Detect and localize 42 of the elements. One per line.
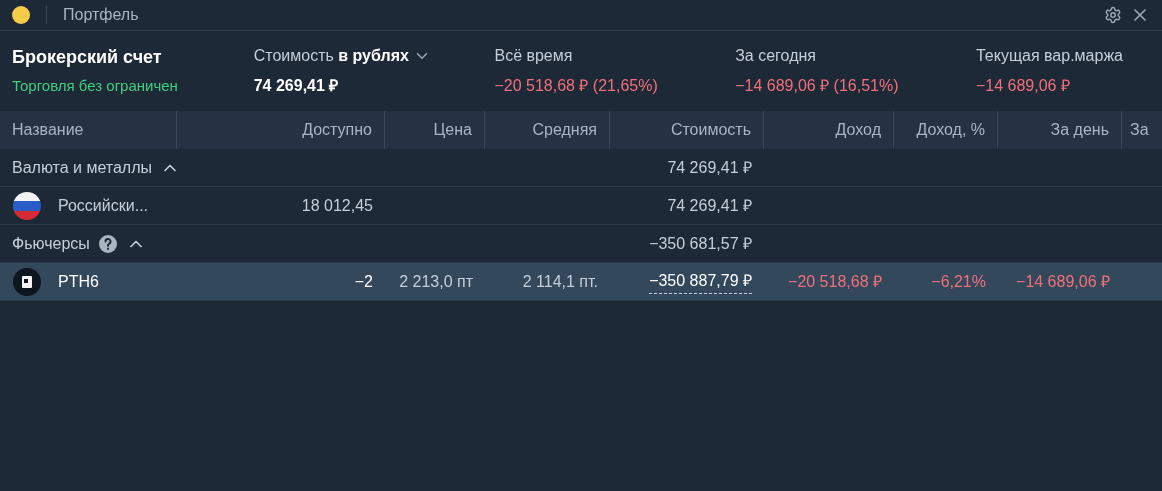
table-row[interactable]: Российски... 18 012,45 74 269,41 ₽ xyxy=(0,187,1162,225)
table-cell-text: −20 518,68 ₽ xyxy=(788,271,882,292)
table-cell-text: 74 269,41 ₽ xyxy=(667,157,752,178)
table-row[interactable]: PTH6 −2 2 213,0 пт 2 114,1 пт. −350 887,79 ₽ −20 518,68 ₽ −6,21% −14 689,06 ₽ xyxy=(0,263,1162,301)
table-cell-text: −14 689,06 ₽ xyxy=(1016,271,1110,292)
group-name: Валюта и металлы xyxy=(12,157,152,178)
table-cell-text: 74 269,41 ₽ xyxy=(667,195,752,216)
document-icon xyxy=(12,266,42,297)
column-header[interactable]: Доход, % xyxy=(916,118,985,142)
help-icon[interactable] xyxy=(97,233,118,254)
table-cell: −350 887,79 ₽ xyxy=(649,269,752,294)
summary-label: Всё время xyxy=(494,46,573,66)
table-row[interactable]: Валюта и металлы 74 269,41 ₽ xyxy=(0,149,1162,187)
column-header[interactable]: За xyxy=(1130,118,1149,142)
column-header[interactable]: Название xyxy=(12,118,84,142)
summary-value: −14 689,06 ₽ (16,51%) xyxy=(735,76,900,96)
instrument-name: Российски... xyxy=(58,195,148,216)
column-header[interactable]: Средняя xyxy=(532,118,597,142)
summary-value: 74 269,41 ₽ xyxy=(253,76,340,96)
settings-icon[interactable] xyxy=(1104,6,1122,24)
column-header[interactable]: Стоимость xyxy=(670,118,751,142)
column-header[interactable]: Доступно xyxy=(302,118,372,142)
summary-label[interactable]: Стоимость в рублях xyxy=(253,44,409,68)
table-cell-text: 18 012,45 xyxy=(301,195,373,216)
flag-icon xyxy=(12,190,42,221)
table-cell-text: −6,21% xyxy=(931,271,986,292)
table-cell-text: −350 681,57 ₽ xyxy=(649,233,752,254)
summary-label: Текущая вар.маржа xyxy=(975,46,1123,66)
table-cell-text: 2 114,1 пт. xyxy=(522,271,598,292)
account-title: Брокерский счет xyxy=(12,46,163,70)
instrument-name: PTH6 xyxy=(58,271,99,292)
summary-value: −20 518,68 ₽ (21,65%) xyxy=(494,76,659,96)
group-name: Фьючерсы xyxy=(12,233,90,254)
table-cell-text: −2 xyxy=(354,271,373,292)
column-header[interactable]: Цена xyxy=(433,118,472,142)
account-status: Торговля без ограничен xyxy=(12,76,179,97)
column-header[interactable]: Доход xyxy=(835,118,881,142)
column-header[interactable]: За день xyxy=(1050,118,1109,142)
window-title: Портфель xyxy=(63,5,139,25)
summary-label: За сегодня xyxy=(735,46,816,66)
table-cell-text: 2 213,0 пт xyxy=(399,271,473,292)
summary-value: −14 689,06 ₽ xyxy=(975,76,1071,96)
